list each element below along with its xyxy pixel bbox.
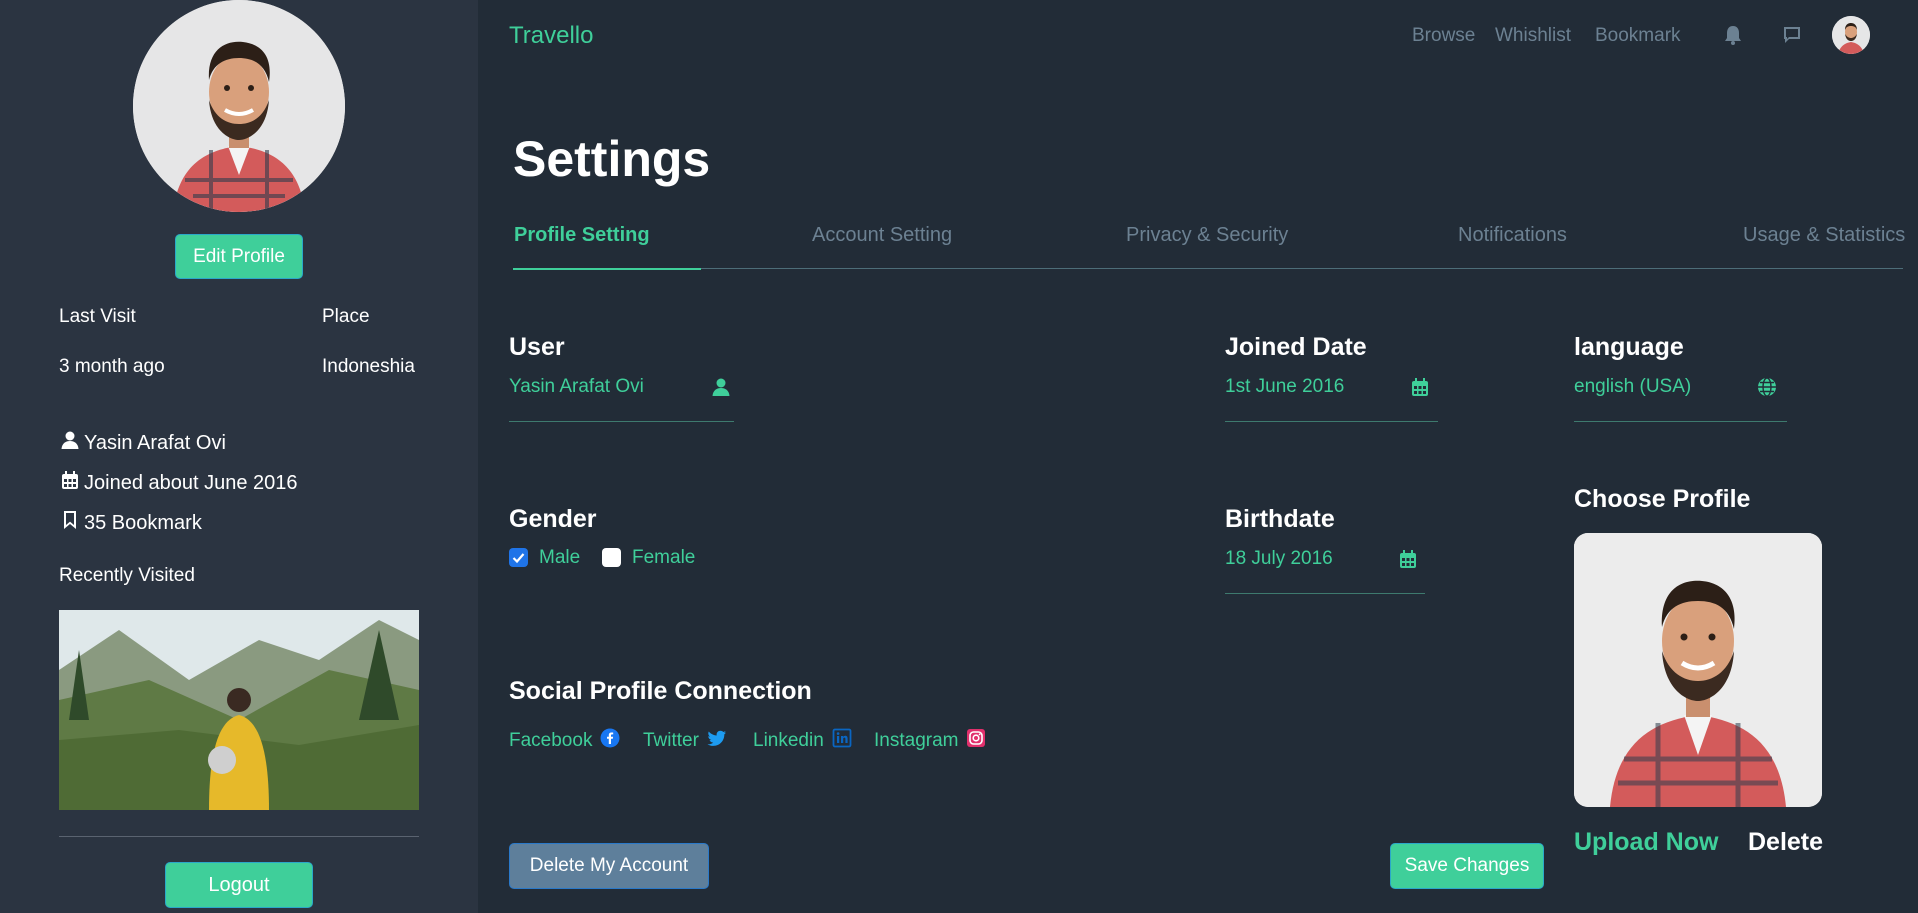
social-profile-label: Social Profile Connection	[509, 677, 812, 705]
calendar-icon	[60, 470, 80, 496]
gender-label: Gender	[509, 505, 597, 533]
user-icon	[60, 430, 80, 456]
nav-wishlist[interactable]: Whishlist	[1495, 25, 1571, 47]
bell-icon[interactable]	[1722, 24, 1744, 46]
profile-preview-image[interactable]	[1574, 533, 1822, 807]
female-checkbox[interactable]	[602, 548, 621, 567]
social-linkedin[interactable]: Linkedin	[753, 728, 852, 754]
choose-profile-label: Choose Profile	[1574, 485, 1751, 513]
twitter-icon	[707, 728, 727, 754]
tab-active-indicator	[513, 268, 701, 270]
female-label[interactable]: Female	[632, 547, 695, 569]
social-instagram-label: Instagram	[874, 730, 959, 751]
birthdate-underline	[1225, 593, 1425, 594]
social-twitter-label: Twitter	[643, 730, 699, 751]
recently-visited-label: Recently Visited	[59, 565, 195, 586]
facebook-icon	[600, 728, 620, 754]
social-linkedin-label: Linkedin	[753, 730, 824, 751]
calendar-icon[interactable]	[1410, 377, 1430, 397]
tab-privacy-security[interactable]: Privacy & Security	[1126, 224, 1288, 247]
sidebar: Edit Profile Last Visit Place 3 month ag…	[0, 0, 478, 913]
nav-bookmark[interactable]: Bookmark	[1595, 25, 1681, 47]
user-icon	[711, 377, 731, 397]
social-facebook[interactable]: Facebook	[509, 728, 620, 754]
place-label: Place	[322, 306, 370, 327]
upload-now-link[interactable]: Upload Now	[1574, 828, 1718, 857]
save-changes-button[interactable]: Save Changes	[1390, 843, 1544, 889]
brand-logo[interactable]: Travello	[509, 22, 593, 50]
user-name: Yasin Arafat Ovi	[84, 431, 226, 454]
social-facebook-label: Facebook	[509, 730, 593, 751]
sidebar-divider	[59, 836, 419, 837]
joined-date-label: Joined Date	[1225, 333, 1367, 361]
profile-avatar	[133, 0, 345, 212]
language-field[interactable]: english (USA)	[1574, 376, 1691, 398]
bookmarks-text: 35 Bookmark	[84, 511, 202, 534]
tab-account-setting[interactable]: Account Setting	[812, 224, 952, 247]
social-twitter[interactable]: Twitter	[643, 728, 727, 754]
tab-usage-statistics[interactable]: Usage & Statistics	[1743, 224, 1905, 247]
language-label: language	[1574, 333, 1684, 361]
nav-avatar[interactable]	[1832, 16, 1870, 54]
social-instagram[interactable]: Instagram	[874, 728, 986, 754]
calendar-icon[interactable]	[1398, 549, 1418, 569]
nav-browse[interactable]: Browse	[1412, 25, 1475, 47]
message-icon[interactable]	[1781, 24, 1803, 46]
linkedin-icon	[832, 728, 852, 754]
instagram-icon	[966, 728, 986, 754]
bookmarks-row: 35 Bookmark	[60, 510, 202, 536]
male-checkbox[interactable]	[509, 548, 528, 567]
place-value: Indoneshia	[322, 356, 415, 377]
tab-divider	[513, 268, 1903, 269]
last-visit-label: Last Visit	[59, 306, 136, 327]
tab-notifications[interactable]: Notifications	[1458, 224, 1567, 247]
tab-profile-setting[interactable]: Profile Setting	[514, 224, 650, 247]
birthdate-field[interactable]: 18 July 2016	[1225, 548, 1333, 570]
male-label[interactable]: Male	[539, 547, 580, 569]
user-field[interactable]: Yasin Arafat Ovi	[509, 376, 644, 398]
last-visit-value: 3 month ago	[59, 356, 165, 377]
edit-profile-button[interactable]: Edit Profile	[175, 234, 303, 279]
recently-visited-image[interactable]	[59, 610, 419, 810]
bookmark-icon	[60, 510, 80, 536]
joined-text: Joined about June 2016	[84, 471, 298, 494]
user-label: User	[509, 333, 565, 361]
user-field-underline	[509, 421, 734, 422]
globe-icon[interactable]	[1757, 377, 1777, 397]
joined-date-field[interactable]: 1st June 2016	[1225, 376, 1344, 398]
delete-photo-link[interactable]: Delete	[1748, 828, 1823, 857]
delete-account-button[interactable]: Delete My Account	[509, 843, 709, 889]
page-title: Settings	[513, 131, 711, 187]
language-underline	[1574, 421, 1787, 422]
joined-row: Joined about June 2016	[60, 470, 298, 496]
joined-date-underline	[1225, 421, 1438, 422]
logout-button[interactable]: Logout	[165, 862, 313, 908]
user-name-row: Yasin Arafat Ovi	[60, 430, 226, 456]
birthdate-label: Birthdate	[1225, 505, 1335, 533]
